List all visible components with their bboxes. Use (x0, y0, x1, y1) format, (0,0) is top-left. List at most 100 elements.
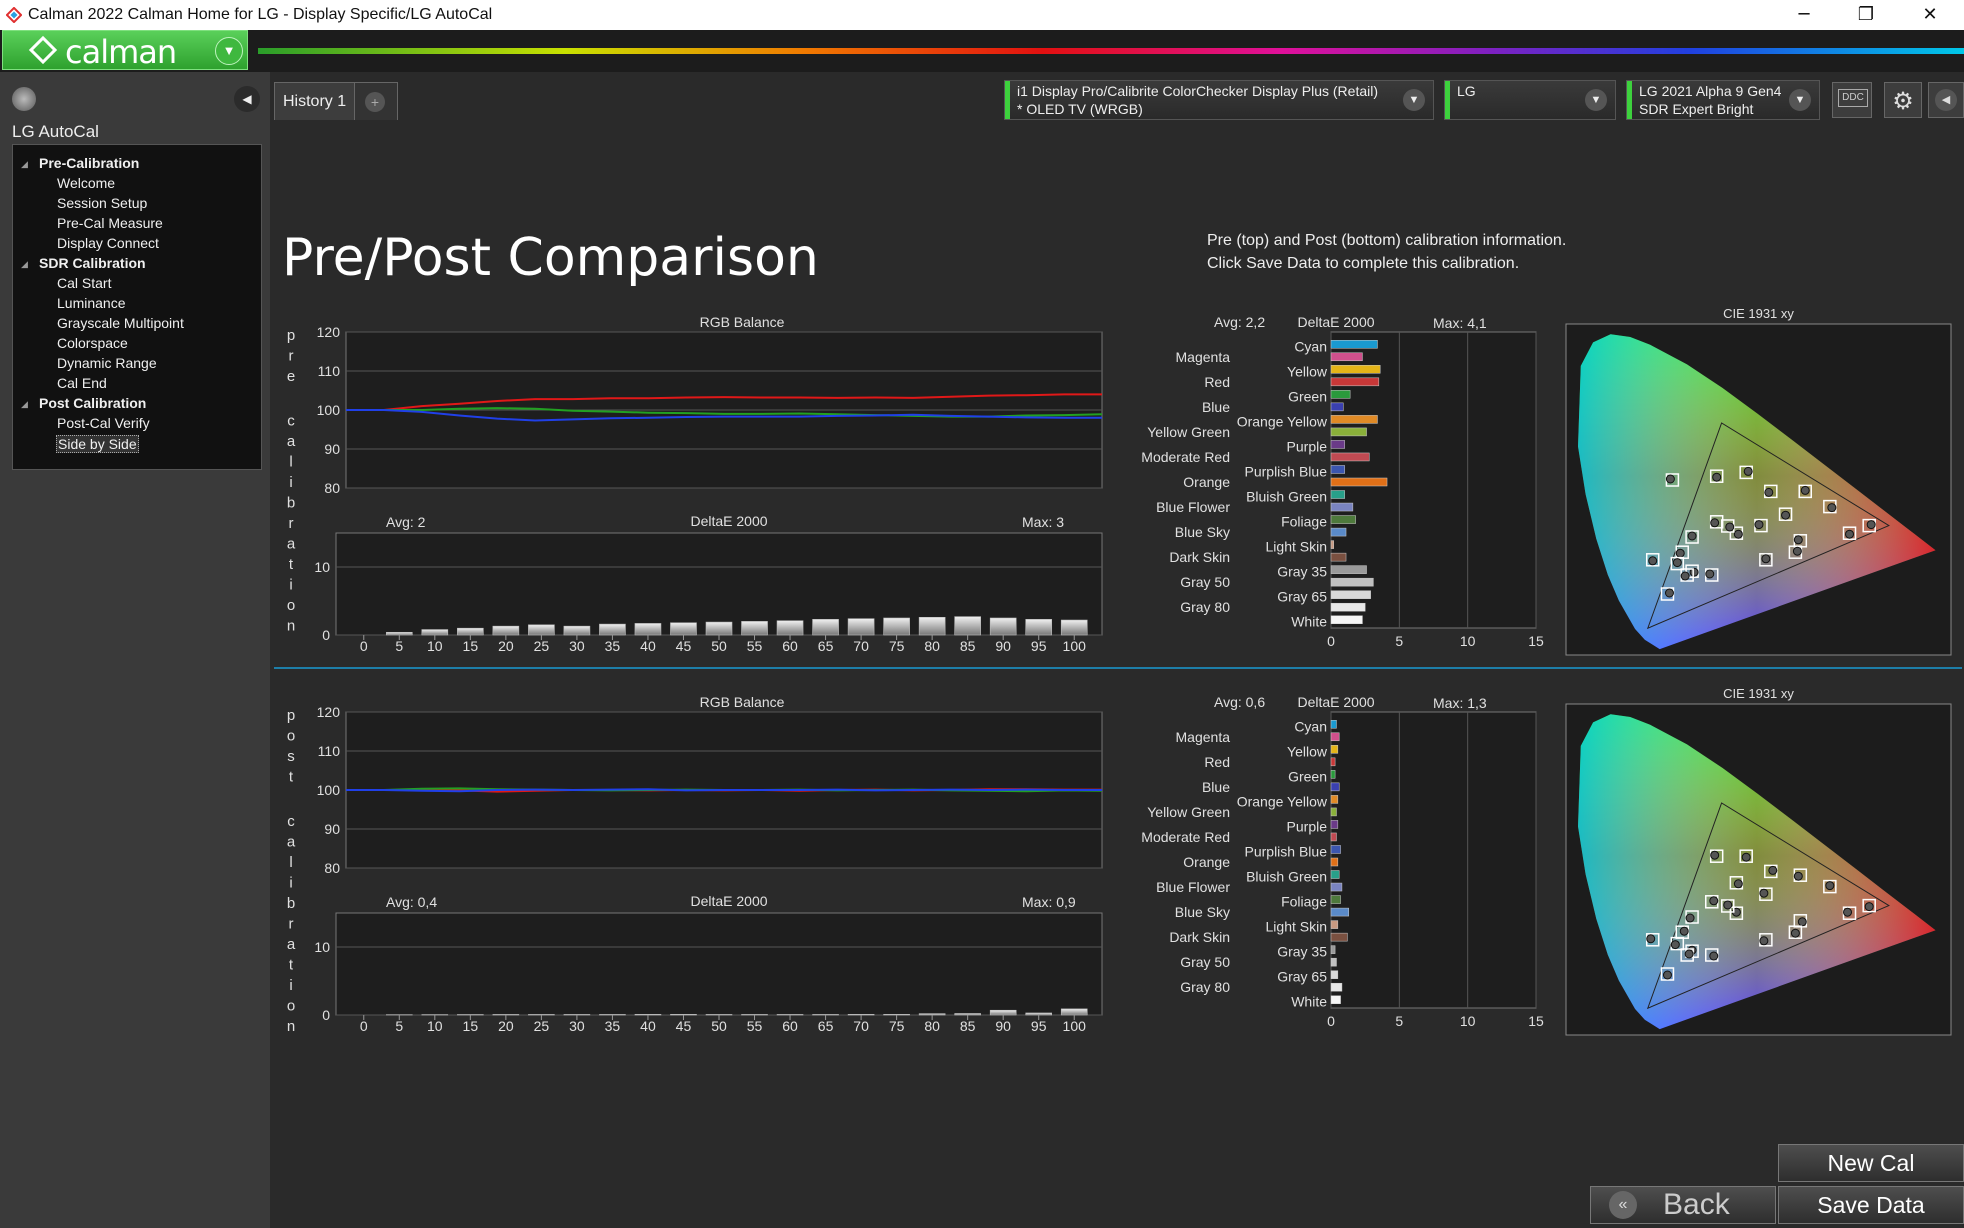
deltae-bar (457, 627, 484, 636)
new-cal-button[interactable]: New Cal (1778, 1144, 1964, 1182)
deltae-bar (1025, 1012, 1053, 1016)
color-deltae-category-label: White (1291, 994, 1327, 1010)
cie-measured-point (1800, 485, 1810, 495)
color-deltae-bar (1330, 945, 1336, 954)
color-deltae-category-label: Red (1204, 754, 1230, 770)
side-label-letter: b (287, 895, 295, 912)
color-deltae-bar (1330, 907, 1350, 917)
color-deltae-category-label: Dark Skin (1169, 929, 1230, 945)
deltae-bar (812, 1014, 839, 1016)
color-deltae-category-label: Blue Flower (1156, 499, 1230, 515)
color-deltae-bar (1330, 995, 1341, 1004)
color-deltae-title: DeltaE 2000 (1297, 694, 1374, 710)
cie-measured-point (1680, 571, 1690, 581)
color-deltae-bar (1330, 820, 1339, 829)
deltae-x-tick-label: 45 (676, 1018, 692, 1034)
color-deltae-category-label: Red (1204, 374, 1230, 390)
cie-measured-point (1675, 548, 1685, 558)
color-deltae-max-label: Max: 1,3 (1433, 695, 1487, 711)
deltae-x-tick-label: 40 (640, 638, 656, 654)
cie-measured-point (1741, 852, 1751, 862)
deltae-bar (776, 1014, 804, 1016)
color-deltae-bar (1330, 970, 1339, 979)
deltae-bar (812, 619, 839, 636)
cie-measured-point (1684, 949, 1694, 959)
deltae-y-tick-label: 10 (314, 939, 330, 955)
back-label: Back (1663, 1188, 1730, 1221)
rgb-y-tick-label: 110 (318, 743, 341, 759)
color-deltae-category-label: Gray 65 (1277, 589, 1327, 605)
cie-measured-point (1797, 917, 1807, 927)
color-deltae-bar (1330, 845, 1341, 854)
color-deltae-bar (1330, 870, 1340, 879)
color-deltae-bar (1330, 452, 1370, 462)
side-label-letter: o (287, 998, 295, 1015)
deltae-bar (989, 617, 1017, 636)
rgb-y-tick-label: 120 (317, 324, 341, 340)
color-deltae-category-label: Purple (1287, 818, 1328, 834)
deltae-avg-label: Avg: 0,4 (386, 894, 437, 910)
rgb-y-tick-label: 90 (324, 821, 340, 837)
deltae-bar (528, 1014, 555, 1016)
color-deltae-bar (1330, 415, 1378, 424)
color-deltae-bar (1330, 602, 1366, 612)
color-deltae-category-label: Moderate Red (1141, 829, 1230, 845)
color-deltae-category-label: Gray 65 (1277, 969, 1327, 985)
cie-measured-point (1733, 529, 1743, 539)
save-data-button[interactable]: Save Data (1778, 1186, 1964, 1224)
side-label-letter: i (289, 577, 292, 594)
deltae-x-tick-label: 75 (889, 1018, 905, 1034)
color-deltae-bar (1330, 340, 1378, 349)
deltae-bar (883, 1014, 910, 1016)
color-deltae-bar (1330, 377, 1380, 387)
deltae-bar (385, 631, 413, 636)
color-deltae-category-label: Green (1288, 768, 1327, 784)
color-deltae-bar (1330, 577, 1374, 587)
cie-measured-point (1670, 940, 1680, 950)
cie-measured-point (1793, 535, 1803, 545)
deltae-x-tick-label: 90 (995, 1018, 1011, 1034)
color-deltae-category-label: Purplish Blue (1245, 843, 1328, 859)
back-button[interactable]: « Back (1590, 1186, 1776, 1224)
color-deltae-bar (1330, 490, 1345, 499)
deltae-x-tick-label: 10 (427, 1018, 443, 1034)
side-label-letter: c (287, 413, 295, 430)
color-deltae-bar (1330, 427, 1367, 437)
color-deltae-bar (1330, 807, 1337, 817)
cie-measured-point (1685, 913, 1695, 923)
side-label-letter: b (287, 495, 295, 512)
color-deltae-category-label: Orange Yellow (1237, 793, 1328, 809)
deltae-x-tick-label: 95 (1031, 1018, 1047, 1034)
deltae-x-tick-label: 80 (924, 1018, 940, 1034)
deltae-x-tick-label: 0 (360, 1018, 368, 1034)
deltae-x-tick-label: 60 (782, 1018, 798, 1034)
color-deltae-bar (1330, 770, 1336, 779)
side-label-letter: p (287, 327, 295, 344)
color-deltae-x-tick-label: 15 (1528, 633, 1544, 649)
double-chevron-left-icon: « (1609, 1191, 1637, 1219)
color-deltae-category-label: Yellow (1287, 743, 1328, 759)
color-deltae-x-tick-label: 5 (1395, 633, 1403, 649)
color-deltae-bar (1330, 957, 1337, 967)
deltae-bar (599, 623, 626, 636)
deltae-x-tick-label: 100 (1063, 638, 1087, 654)
color-deltae-x-tick-label: 10 (1460, 1013, 1476, 1029)
side-label-letter: i (289, 474, 292, 491)
color-deltae-category-label: Gray 50 (1180, 954, 1230, 970)
cie-measured-point (1845, 529, 1855, 539)
deltae-x-tick-label: 20 (498, 1018, 514, 1034)
deltae-x-tick-label: 5 (395, 1018, 403, 1034)
side-label-letter: t (289, 769, 294, 786)
deltae-bar (634, 623, 662, 636)
deltae-bar (741, 621, 768, 636)
color-deltae-bar (1330, 540, 1334, 549)
color-deltae-category-label: Gray 35 (1277, 564, 1327, 580)
cie-measured-point (1733, 879, 1743, 889)
color-deltae-category-label: Blue (1202, 399, 1230, 415)
color-deltae-bar (1330, 745, 1339, 754)
cie-measured-point (1679, 926, 1689, 936)
deltae-bar (563, 625, 591, 636)
deltae-x-tick-label: 15 (463, 638, 479, 654)
cie-measured-point (1687, 531, 1697, 541)
color-deltae-max-label: Max: 4,1 (1433, 315, 1487, 331)
